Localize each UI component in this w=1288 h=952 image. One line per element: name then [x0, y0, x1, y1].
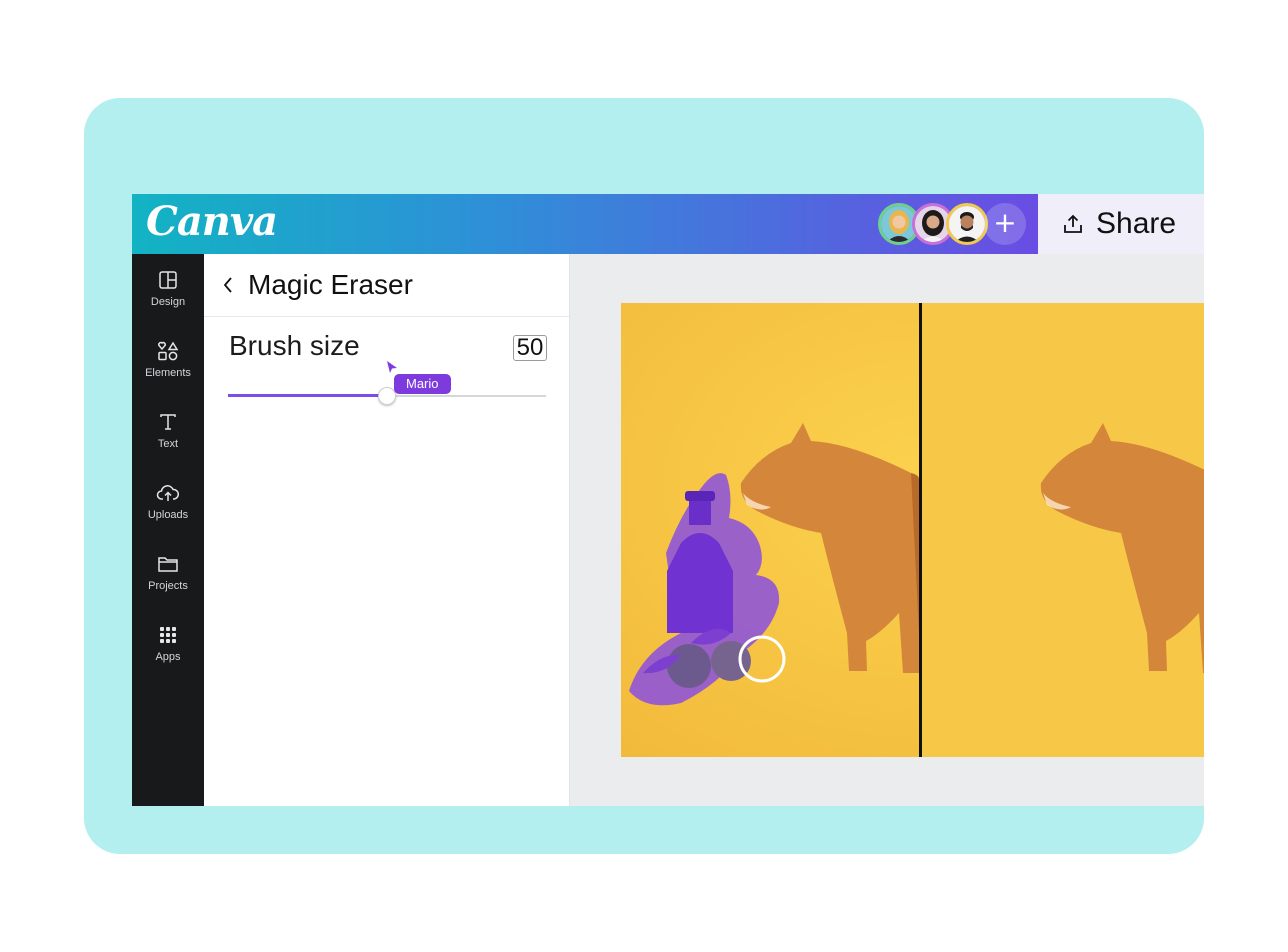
text-icon	[160, 414, 176, 430]
collaborator-cursor-label: Mario	[394, 374, 451, 394]
collaborator-avatar-3[interactable]	[946, 203, 988, 245]
sidebar-item-text[interactable]: Text	[132, 412, 204, 476]
apps-grid-icon	[160, 627, 176, 643]
brush-size-label: Brush size	[229, 330, 360, 361]
sidebar-item-label: Text	[157, 438, 179, 450]
collaborator-cursor-icon	[387, 361, 397, 373]
sidebar-item-elements[interactable]: Elements	[132, 341, 204, 405]
sidebar-item-apps[interactable]: Apps	[132, 625, 204, 689]
panel-title: Magic Eraser	[248, 269, 413, 300]
design-image[interactable]	[621, 303, 1204, 757]
sidebar-item-label: Apps	[155, 651, 181, 663]
top-bar: Canva +	[132, 194, 1038, 254]
canvas-area	[570, 254, 1204, 806]
left-rail: Design Elements Text Uploads Projects Ap…	[132, 254, 204, 806]
sidebar-item-label: Projects	[148, 580, 188, 592]
brush-size-input[interactable]: 50	[513, 335, 547, 361]
editor-window: Canva + Share Design Elements Text Uploa…	[132, 194, 1204, 806]
share-label: Share	[1096, 207, 1177, 240]
brush-size-slider[interactable]	[228, 386, 546, 406]
before-after-divider[interactable]	[919, 303, 922, 757]
shapes-icon	[158, 341, 179, 361]
upload-icon	[1064, 214, 1082, 233]
sidebar-item-label: Design	[150, 296, 186, 308]
magic-eraser-panel: Magic Eraser Brush size 50	[204, 254, 570, 806]
share-button[interactable]: Share	[1038, 194, 1204, 254]
sidebar-item-label: Elements	[145, 367, 191, 379]
cloud-upload-icon	[156, 485, 180, 501]
sidebar-item-label: Uploads	[147, 509, 189, 521]
sidebar-item-uploads[interactable]: Uploads	[132, 483, 204, 547]
slider-fill	[228, 394, 387, 397]
add-collaborator-button[interactable]: +	[984, 203, 1026, 245]
layout-icon	[159, 271, 177, 289]
sidebar-item-design[interactable]: Design	[132, 270, 204, 334]
canva-logo[interactable]: Canva	[146, 198, 278, 245]
folder-icon	[158, 557, 178, 572]
chevron-left-icon[interactable]	[222, 276, 234, 294]
panel-header: Magic Eraser	[204, 254, 569, 317]
sidebar-item-projects[interactable]: Projects	[132, 554, 204, 618]
